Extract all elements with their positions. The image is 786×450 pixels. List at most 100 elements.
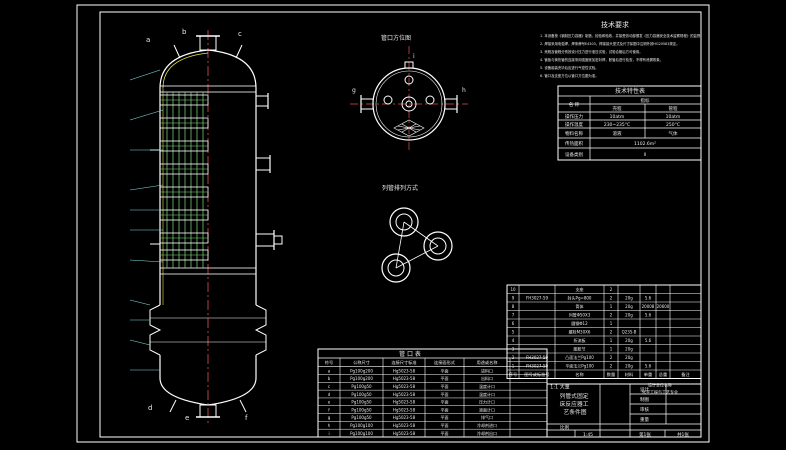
nozzle-cell: Pg100g50 <box>351 415 372 420</box>
parts-cell: 20g <box>625 304 633 309</box>
balloon-d: d <box>148 404 152 412</box>
nozzle-cell: 冷却剂出口 <box>477 430 497 436</box>
parts-header-cell: 单重 <box>644 371 652 378</box>
nozzle-cell: h <box>328 423 331 428</box>
tech-req-line-3: 3. 壳程及管程分别按设计压力进行液压试验，试验合格后方可使用。 <box>540 49 643 54</box>
orientation-label-h: h <box>462 87 466 94</box>
nozzle-cell: 温度计口 <box>479 383 495 389</box>
nozzle-cell: Hg5023-58 <box>393 368 416 373</box>
tube-layout-title: 列管排列方式 <box>382 184 418 192</box>
title-sheet: 第1张 <box>639 431 651 438</box>
parts-cell: 2 <box>610 287 613 292</box>
nozzle-cell: d <box>328 392 331 397</box>
parts-header-cell: 数量 <box>607 371 615 378</box>
nozzle-cell: 平面 <box>441 407 449 412</box>
balloon-e: e <box>185 414 189 422</box>
nozzle-cell: 压力计口 <box>479 399 495 405</box>
tech-characteristics-table: 技术特性表 名 称 指标 壳程 管程 操作压力 10atm 10atm 操作温度… <box>557 85 702 161</box>
tech-requirements-title: 技术要求 <box>601 20 629 29</box>
tech-req-line-1: 1. 本设备按《钢制压力容器》制造、检验和验收，并接受劳动部颁发《压力容器安全技… <box>540 33 704 38</box>
title-scale-value: 1:45 <box>583 432 593 438</box>
parts-cell: 圆钢Φ12 <box>571 320 588 326</box>
parts-cell: 2 <box>512 355 515 360</box>
tech-char-title: 技术特性表 <box>615 87 645 95</box>
parts-cell: 20600 <box>657 304 670 309</box>
parts-cell: 5.6 <box>645 313 652 318</box>
nozzle-cell: 平面 <box>441 423 449 428</box>
tech-req-line-6: 6. 管口及支座方位以管口方位图为准。 <box>540 73 599 78</box>
nozzle-cell: Hg5023-58 <box>393 407 416 412</box>
parts-cell: 2 <box>610 313 613 318</box>
nozzle-cell: 平面 <box>441 415 449 420</box>
parts-cell: 列管Φ50X3 <box>569 312 591 318</box>
parts-cell: 1 <box>512 364 515 369</box>
nozzle-table-title: 管 口 表 <box>399 350 421 358</box>
parts-sub-label: 1:1 大量 <box>550 384 570 391</box>
parts-cell: 8 <box>512 304 515 309</box>
nozzle-cell: 出料口 <box>481 375 493 381</box>
nozzle-cell: 平面 <box>441 392 449 397</box>
nozzle-cell: a <box>328 368 331 373</box>
tech-char-h-index: 指标 <box>641 97 650 104</box>
parts-cell: 折流板 <box>574 337 586 343</box>
parts-header-cell: 总重 <box>659 371 667 377</box>
nozzle-cell: 平面 <box>441 376 449 381</box>
nozzle-cell: b <box>328 376 331 381</box>
nozzle-cell: i <box>328 431 329 436</box>
tube-layout-view: 列管排列方式 <box>381 184 453 283</box>
nozzle-cell: Hg5023-58 <box>393 423 416 428</box>
nozzle-cell: Pg100g50 <box>351 384 372 389</box>
balloon-c: c <box>238 30 242 38</box>
tech-char-r3-c1: 溶液 <box>613 130 622 137</box>
parts-cell: FH3027-59 <box>526 296 548 301</box>
parts-cell: 5.6 <box>645 364 652 369</box>
nozzle-cell: Hg5023-58 <box>393 392 416 397</box>
tech-char-r4-c1: 1102.6m² <box>634 141 656 147</box>
orientation-label-i: i <box>413 53 415 60</box>
parts-cell: 5 <box>512 330 515 335</box>
parts-cell: 2 <box>610 364 613 369</box>
nozzle-header-cell: 公称尺寸 <box>353 359 370 366</box>
tech-req-line-4: 4. 管板与换热管的连接采用强度胀加密封焊，胀管后进行检查，不得有泄漏现象。 <box>540 57 663 62</box>
nozzle-cell: 进料口 <box>481 367 493 373</box>
tech-char-r2-c0: 操作温度 <box>565 121 583 128</box>
tech-req-line-2: 2. 焊接采用电弧焊，焊条牌号E4303，焊接接头型式及尺寸除图中注明外按HG2… <box>540 41 680 46</box>
tech-requirements: 技术要求 1. 本设备按《钢制压力容器》制造、检验和验收，并接受劳动部颁发《压力… <box>540 20 704 78</box>
nozzle-cell: Pg100g100 <box>350 431 373 436</box>
tube-bundle <box>166 92 204 268</box>
parts-cell: 1 <box>610 321 613 326</box>
cad-drawing: a b c d e f 管口方位图 g h i 列管排列方式 技术要求 1. 本… <box>76 4 710 443</box>
nozzle-header-cell: 连接尺寸标准 <box>391 359 416 366</box>
nozzle-cell: Hg5023-58 <box>393 431 416 436</box>
parts-cell: 2 <box>610 296 613 301</box>
title-label-weight: 重量 <box>640 416 649 423</box>
nozzle-cell: 平面 <box>441 431 449 436</box>
nozzle-cell: Hg5023-58 <box>393 384 416 389</box>
nozzle-cell: 温度计口 <box>479 391 495 397</box>
parts-cell: 20g <box>625 347 633 352</box>
nozzle-cell: Pg100g50 <box>351 392 372 397</box>
parts-cell: 6 <box>512 321 515 326</box>
parts-cell: 10 <box>510 287 516 292</box>
nozzle-orientation-title: 管口方位图 <box>381 34 411 42</box>
parts-cell: 2 <box>610 330 613 335</box>
parts-header-cell: 材料 <box>625 371 634 378</box>
nozzle-cell: Pg100g100 <box>350 423 373 428</box>
tech-char-r3-c2: 气体 <box>669 130 678 137</box>
tech-req-line-5: 5. 设备组装完毕后应进行气密性试验。 <box>540 65 599 70</box>
tech-char-h-tube: 管程 <box>669 105 678 112</box>
parts-cell: 平面法兰Pg100 <box>565 363 594 369</box>
title-label-design: 设计 <box>640 386 649 393</box>
parts-cell: 4 <box>512 338 515 343</box>
parts-cell: 20g <box>625 355 633 360</box>
orientation-label-g: g <box>352 87 356 94</box>
tech-char-r1-c1: 10atm <box>610 114 625 120</box>
title-label-scale: 比例 <box>560 424 569 431</box>
drawing-title: 列管式固定 床反应器工 艺条件图 <box>560 392 591 416</box>
vessel-elevation: a b c d e f <box>129 28 283 425</box>
nozzle-cell: f <box>328 407 330 412</box>
nozzle-header-cell: 连接面形式 <box>434 359 456 366</box>
parts-cell: 20g <box>625 364 633 369</box>
tech-char-r5-c1: II <box>644 152 647 158</box>
title-total: 共1张 <box>677 431 689 438</box>
